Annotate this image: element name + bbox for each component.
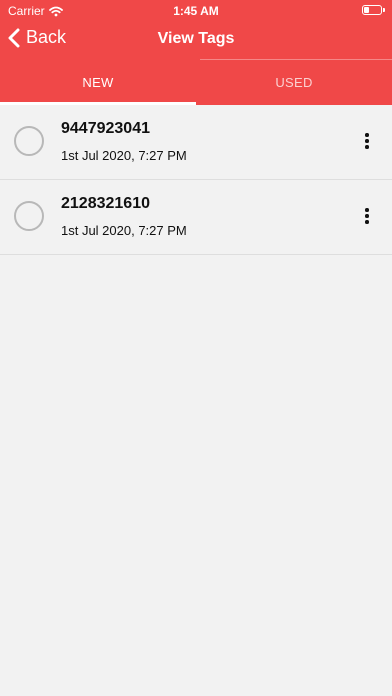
select-radio[interactable] xyxy=(14,201,44,231)
more-options-icon[interactable] xyxy=(362,131,372,153)
tag-number: 2128321610 xyxy=(61,195,150,212)
battery-icon xyxy=(362,5,385,15)
nav-bar: Back View Tags xyxy=(0,22,392,60)
tag-number: 9447923041 xyxy=(61,120,150,137)
header: Carrier 1:45 AM Back View Tags NEW USED xyxy=(0,0,392,105)
more-options-icon[interactable] xyxy=(362,206,372,228)
status-bar: Carrier 1:45 AM xyxy=(0,0,392,22)
status-time: 1:45 AM xyxy=(173,4,219,18)
tab-bar: NEW USED xyxy=(0,60,392,105)
tag-date: 1st Jul 2020, 7:27 PM xyxy=(61,223,187,238)
list-item[interactable]: 9447923041 1st Jul 2020, 7:27 PM xyxy=(0,105,392,180)
list-item[interactable]: 2128321610 1st Jul 2020, 7:27 PM xyxy=(0,180,392,255)
battery-level xyxy=(364,7,369,13)
select-radio[interactable] xyxy=(14,126,44,156)
tag-list: 9447923041 1st Jul 2020, 7:27 PM 2128321… xyxy=(0,105,392,255)
page-title: View Tags xyxy=(157,30,235,47)
tag-date: 1st Jul 2020, 7:27 PM xyxy=(61,148,187,163)
tab-new[interactable]: NEW xyxy=(0,60,196,105)
tab-used[interactable]: USED xyxy=(196,60,392,105)
